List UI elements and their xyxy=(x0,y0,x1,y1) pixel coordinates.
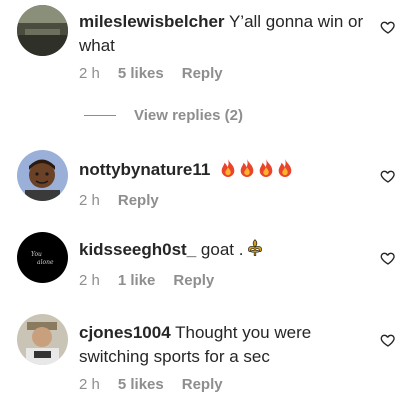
replies-divider xyxy=(84,115,116,116)
comment-text: goat . xyxy=(200,240,244,259)
avatar[interactable] xyxy=(17,5,68,56)
comment-body: mileslewisbelcher Y’all gonna win or wha… xyxy=(79,10,369,58)
comment-username[interactable]: kidsseegh0st_ xyxy=(79,240,196,259)
heart-outline-icon[interactable] xyxy=(380,19,396,35)
reply-button[interactable]: Reply xyxy=(118,192,159,209)
comment-username[interactable]: nottybynature11 xyxy=(79,160,210,179)
heart-outline-icon[interactable] xyxy=(380,168,396,184)
avatar[interactable]: You alone xyxy=(17,232,68,283)
comment-item: cjones1004 Thought you were switching sp… xyxy=(0,314,409,404)
fire-emoji-icon xyxy=(240,159,254,177)
likes-count[interactable]: 5 likes xyxy=(118,65,164,82)
comment-item: nottybynature11 2 h Reply xyxy=(0,150,409,220)
avatar[interactable] xyxy=(17,314,68,365)
reply-button[interactable]: Reply xyxy=(173,272,214,289)
comment-body: nottybynature11 xyxy=(79,158,369,182)
comment-meta: 2 h 5 likes Reply xyxy=(79,65,223,82)
svg-text:alone: alone xyxy=(37,259,54,266)
heart-outline-icon[interactable] xyxy=(380,250,396,266)
fire-emoji-icon xyxy=(278,159,292,177)
view-replies-label: View replies (2) xyxy=(134,107,243,124)
likes-count[interactable]: 1 like xyxy=(118,272,156,289)
comment-body: kidsseegh0st_ goat . xyxy=(79,238,369,262)
heart-outline-icon[interactable] xyxy=(380,332,396,348)
comment-username[interactable]: cjones1004 xyxy=(79,323,171,342)
likes-count[interactable]: 5 likes xyxy=(118,376,164,393)
comment-time: 2 h xyxy=(79,192,100,209)
comment-time: 2 h xyxy=(79,272,100,289)
comment-item: mileslewisbelcher Y’all gonna win or wha… xyxy=(0,0,409,100)
comment-item: You alone kidsseegh0st_ goat . 2 h 1 lik… xyxy=(0,232,409,302)
svg-text:You: You xyxy=(31,251,42,258)
fire-emoji-group xyxy=(219,158,294,178)
comment-time: 2 h xyxy=(79,65,100,82)
comment-username[interactable]: mileslewisbelcher xyxy=(79,12,225,31)
fleur-de-lis-emoji-icon xyxy=(245,238,265,258)
fire-emoji-icon xyxy=(259,159,273,177)
reply-button[interactable]: Reply xyxy=(182,65,223,82)
avatar[interactable] xyxy=(17,150,68,201)
comment-body: cjones1004 Thought you were switching sp… xyxy=(79,321,369,369)
fire-emoji-icon xyxy=(221,159,235,177)
comment-meta: 2 h Reply xyxy=(79,192,159,209)
comment-meta: 2 h 5 likes Reply xyxy=(79,376,223,393)
comment-time: 2 h xyxy=(79,376,100,393)
comment-meta: 2 h 1 like Reply xyxy=(79,272,214,289)
view-replies-button[interactable]: View replies (2) xyxy=(84,107,243,124)
reply-button[interactable]: Reply xyxy=(182,376,223,393)
